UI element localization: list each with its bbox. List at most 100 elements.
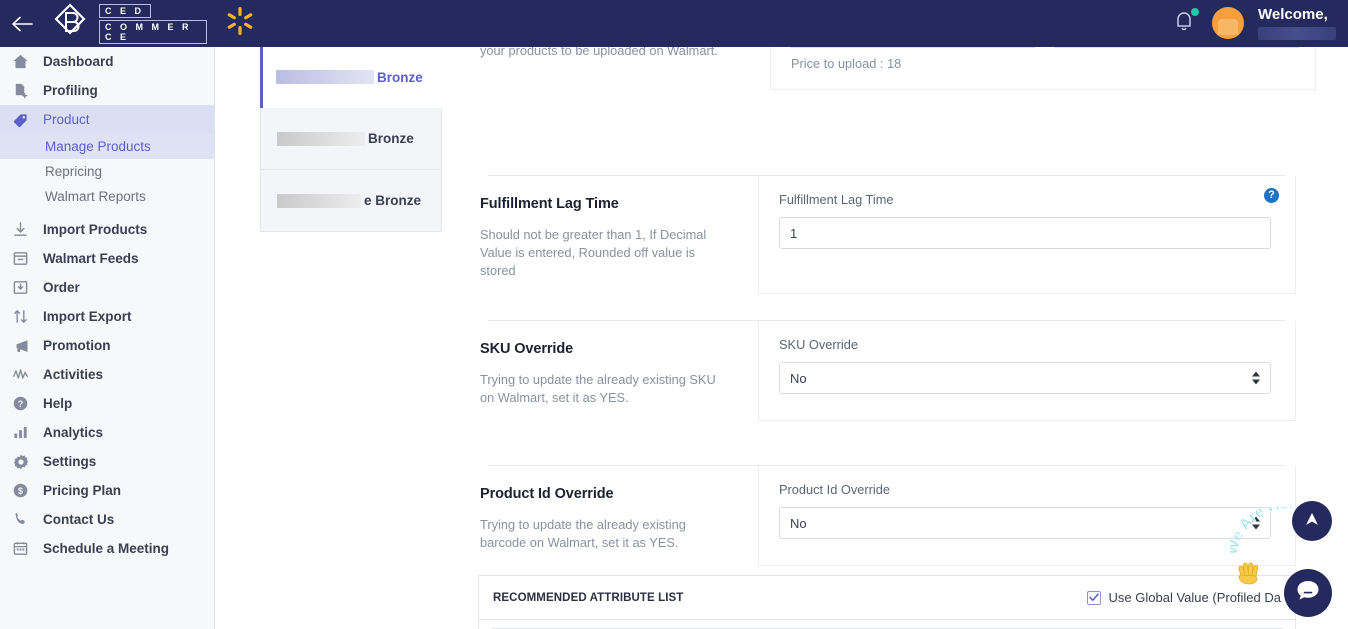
sidebar-item-contact-us[interactable]: Contact Us <box>0 505 214 534</box>
avatar[interactable] <box>1212 7 1244 40</box>
sku-override-select[interactable]: No <box>779 362 1271 394</box>
sku-override-label: SKU Override <box>779 337 858 352</box>
cedcommerce-logo[interactable]: C E D C O M M E R C E <box>50 1 207 46</box>
question-circle-icon: ? <box>12 395 38 412</box>
sidebar-subitem-repricing[interactable]: Repricing <box>0 159 214 184</box>
arrow-up-icon <box>1303 510 1321 533</box>
pulse-icon <box>12 366 38 383</box>
profile-tab-2-name-redacted <box>277 193 361 208</box>
section-product-id-override-right: Product Id Override No <box>758 466 1296 566</box>
settings-form: your products to be uploaded on Walmart.… <box>468 30 1316 629</box>
section-product-id-override-left: Product Id Override Trying to update the… <box>468 466 758 566</box>
profile-tab-0[interactable]: Bronze <box>260 46 442 108</box>
ced-wordmark-line2: C O M M E R C E <box>99 19 207 44</box>
home-icon <box>12 53 38 70</box>
sidebar-item-help[interactable]: ? Help <box>0 389 214 418</box>
recommended-attribute-list-title: RECOMMENDED ATTRIBUTE LIST <box>493 591 684 604</box>
sidebar-item-profiling[interactable]: Profiling <box>0 76 214 105</box>
sidebar-item-schedule-a-meeting[interactable]: Schedule a Meeting <box>0 534 214 563</box>
updown-arrows-icon <box>12 308 38 325</box>
profile-tab-0-name-redacted <box>276 70 374 84</box>
use-global-value-checkbox[interactable] <box>1086 590 1101 605</box>
svg-text:?: ? <box>18 399 23 409</box>
sidebar-item-order[interactable]: Order <box>0 273 214 302</box>
profile-tab-1[interactable]: Bronze <box>260 108 442 170</box>
product-id-override-select[interactable]: No <box>779 507 1271 539</box>
sidebar-label-activities: Activities <box>43 367 104 382</box>
section-fulfillment-lag-time-desc: Should not be greater than 1, If Decimal… <box>480 227 707 278</box>
username-redacted <box>1258 26 1336 40</box>
ced-wordmark-line1: C E D <box>99 3 151 18</box>
section-fulfillment-lag-time-right: Fulfillment Lag Time ? <box>758 176 1296 294</box>
svg-text:$: $ <box>18 486 23 496</box>
welcome-label: Welcome, <box>1258 6 1328 24</box>
product-id-override-label: Product Id Override <box>779 482 890 497</box>
sidebar-label-settings: Settings <box>43 454 97 469</box>
ced-wordmark: C E D C O M M E R C E <box>99 3 207 44</box>
header-right-cluster: Welcome, <box>1172 7 1348 40</box>
bar-chart-icon <box>12 424 38 441</box>
tag-icon <box>12 111 38 129</box>
download-icon <box>12 221 38 238</box>
section-product-id-override: Product Id Override Trying to update the… <box>468 466 1308 566</box>
chat-bubble-icon <box>1295 578 1321 609</box>
sidebar-label-import-products: Import Products <box>43 222 148 237</box>
section-fulfillment-lag-time: Fulfillment Lag Time Should not be great… <box>468 176 1308 294</box>
sidebar-label-contact-us: Contact Us <box>43 512 115 527</box>
fulfillment-lag-time-input[interactable] <box>779 217 1271 249</box>
help-circle-icon[interactable]: ? <box>1264 188 1279 203</box>
recommended-attribute-list-card: RECOMMENDED ATTRIBUTE LIST Use Global Va… <box>478 575 1296 629</box>
use-global-value-group[interactable]: Use Global Value (Profiled Da <box>1086 590 1281 605</box>
main-content: Bronze Bronze e Bronze your products to … <box>215 30 1348 629</box>
sidebar-item-settings[interactable]: Settings <box>0 447 214 476</box>
sidebar-item-pricing-plan[interactable]: $ Pricing Plan <box>0 476 214 505</box>
section-sku-override-right: SKU Override No <box>758 321 1296 421</box>
sidebar-label-schedule-a-meeting: Schedule a Meeting <box>43 541 170 556</box>
chat-launcher-button[interactable] <box>1284 569 1332 617</box>
price-to-upload-note: Price to upload : 18 <box>791 56 902 71</box>
fulfillment-lag-time-label: Fulfillment Lag Time <box>779 192 894 207</box>
sidebar-subitem-manage-products[interactable]: Manage Products <box>0 134 214 159</box>
section-sku-override-desc: Trying to update the already existing SK… <box>480 372 716 405</box>
gear-icon <box>12 453 38 471</box>
sidebar-item-product[interactable]: Product <box>0 105 214 134</box>
sidebar-item-promotion[interactable]: Promotion <box>0 331 214 360</box>
sidebar-label-walmart-feeds: Walmart Feeds <box>43 251 139 266</box>
recommended-attribute-list-header: RECOMMENDED ATTRIBUTE LIST Use Global Va… <box>479 576 1295 620</box>
sidebar-item-activities[interactable]: Activities <box>0 360 214 389</box>
scroll-to-top-button[interactable] <box>1292 501 1332 541</box>
back-button[interactable] <box>0 0 44 47</box>
sidebar-item-import-export[interactable]: Import Export <box>0 302 214 331</box>
section-fulfillment-lag-time-left: Fulfillment Lag Time Should not be great… <box>468 176 758 294</box>
profile-tab-0-suffix: Bronze <box>377 69 423 85</box>
profile-tab-list: Bronze Bronze e Bronze <box>260 46 442 232</box>
sidebar-label-promotion: Promotion <box>43 338 111 353</box>
sidebar-nav: Dashboard Profiling Product Manage Produ… <box>0 47 215 629</box>
sidebar-subitem-walmart-reports[interactable]: Walmart Reports <box>0 184 214 209</box>
section-product-id-override-desc: Trying to update the already existing ba… <box>480 517 686 550</box>
sidebar-label-order: Order <box>43 280 80 295</box>
sidebar-item-analytics[interactable]: Analytics <box>0 418 214 447</box>
notification-badge-dot <box>1191 8 1199 17</box>
product-id-override-value: No <box>790 515 807 531</box>
order-box-icon <box>12 279 38 296</box>
welcome-block[interactable]: Welcome, <box>1258 7 1340 40</box>
profile-tab-2[interactable]: e Bronze <box>260 170 442 232</box>
section-sku-override-title: SKU Override <box>480 341 574 357</box>
sidebar-sublabel-repricing: Repricing <box>45 164 103 179</box>
calendar-icon <box>12 540 38 557</box>
back-arrow-icon <box>11 16 33 32</box>
section-product-id-override-title: Product Id Override <box>480 486 614 502</box>
sidebar-item-dashboard[interactable]: Dashboard <box>0 47 214 76</box>
section-fulfillment-lag-time-title: Fulfillment Lag Time <box>480 196 619 212</box>
sidebar-item-walmart-feeds[interactable]: Walmart Feeds <box>0 244 214 273</box>
sidebar-sublabel-manage-products: Manage Products <box>45 139 151 154</box>
dollar-circle-icon: $ <box>12 482 38 499</box>
sidebar-label-analytics: Analytics <box>43 425 104 440</box>
sidebar-label-product: Product <box>43 112 90 127</box>
sidebar-item-import-products[interactable]: Import Products <box>0 215 214 244</box>
section-sku-override-left: SKU Override Trying to update the alread… <box>468 321 758 421</box>
notifications-button[interactable] <box>1172 8 1199 38</box>
ced-diamond-icon <box>50 1 90 46</box>
app-root: C E D C O M M E R C E Welcome, Dashboard… <box>0 0 1348 629</box>
